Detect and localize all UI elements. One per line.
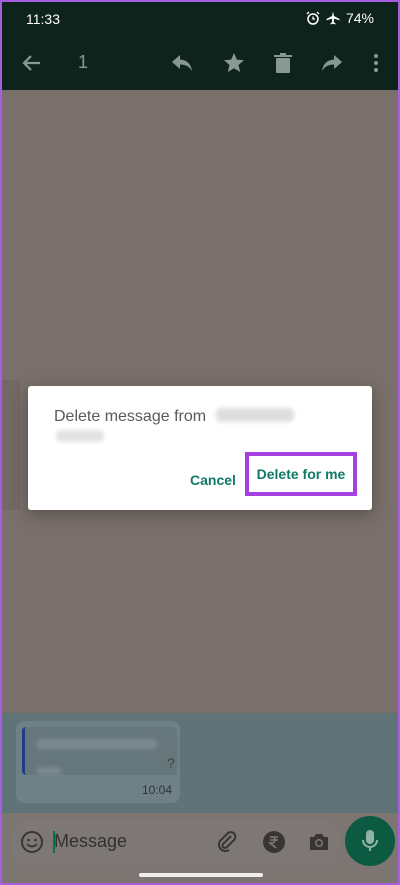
selected-message-shade: [2, 380, 20, 510]
message-field[interactable]: Message: [10, 819, 340, 865]
blurred-contact-name: [216, 408, 294, 422]
blurred-quote-sender: [37, 767, 61, 775]
forward-icon: [322, 55, 342, 71]
message-placeholder: Message: [54, 831, 128, 851]
camera-icon[interactable]: [307, 830, 331, 854]
attach-icon[interactable]: [215, 830, 239, 854]
selected-count: 1: [78, 52, 89, 72]
screen: 11:33 74% 1 ? 10:04 Message Delete messa…: [0, 0, 400, 885]
cancel-button[interactable]: Cancel: [182, 468, 244, 492]
back-button[interactable]: [18, 49, 46, 77]
forward-button[interactable]: [318, 49, 346, 77]
back-arrow-icon: [22, 55, 40, 71]
quoted-message: ?: [22, 727, 177, 775]
selection-toolbar: 1: [2, 36, 398, 90]
status-icons: 74%: [306, 10, 374, 26]
input-bar: Message: [2, 813, 398, 883]
voice-message-button[interactable]: [345, 816, 395, 866]
quote-text: ?: [167, 755, 175, 771]
delete-for-me-button[interactable]: Delete for me: [245, 452, 357, 496]
selected-message-row[interactable]: ? 10:04: [2, 713, 398, 813]
microphone-icon: [362, 830, 378, 851]
delete-message-dialog: Delete message from Cancel Delete for me: [28, 386, 372, 510]
emoji-icon[interactable]: [20, 830, 44, 854]
alarm-icon: [306, 11, 320, 25]
battery-level: 74%: [345, 10, 374, 26]
more-options-icon: [374, 54, 378, 72]
reply-button[interactable]: [168, 49, 196, 77]
status-time: 11:33: [26, 11, 60, 27]
blurred-quote-text: [37, 739, 157, 749]
message-time: 10:04: [141, 783, 172, 797]
status-bar: 11:33 74%: [2, 2, 398, 36]
star-icon: [224, 53, 244, 72]
home-indicator[interactable]: [139, 873, 263, 877]
dialog-message: Delete message from: [54, 408, 207, 425]
more-options-button[interactable]: [362, 49, 390, 77]
delete-icon: [274, 53, 292, 73]
star-button[interactable]: [220, 49, 248, 77]
message-bubble[interactable]: ? 10:04: [16, 721, 180, 803]
airplane-mode-icon: [326, 11, 340, 25]
reply-icon: [172, 55, 192, 71]
delete-button[interactable]: [269, 49, 297, 77]
blurred-contact-name-line2: [56, 430, 104, 442]
rupee-payment-icon[interactable]: [262, 830, 286, 854]
